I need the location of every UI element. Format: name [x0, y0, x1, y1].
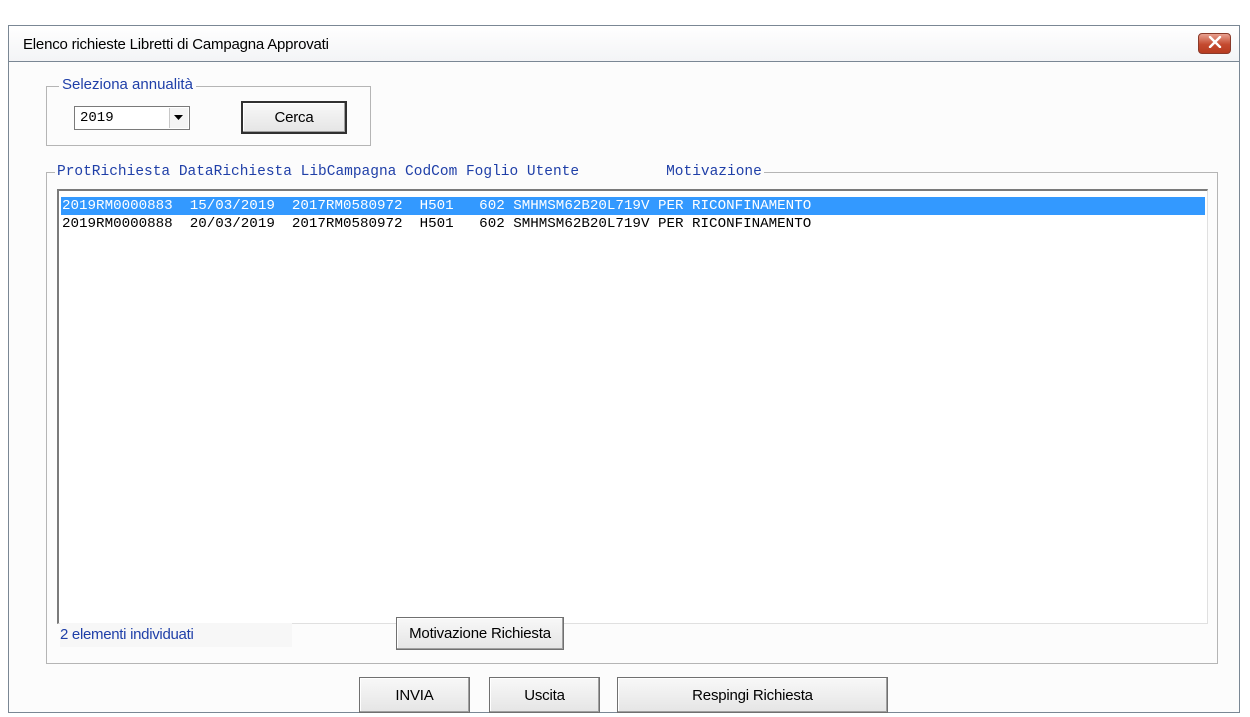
year-filter-legend: Seleziona annualità — [59, 76, 196, 93]
close-button[interactable] — [1198, 33, 1231, 54]
year-select-value: 2019 — [80, 110, 114, 126]
window-title: Elenco richieste Libretti di Campagna Ap… — [23, 36, 329, 53]
year-select[interactable]: 2019 — [74, 106, 190, 130]
chevron-down-icon[interactable] — [169, 108, 188, 128]
results-list[interactable]: 2019RM0000883 15/03/2019 2017RM0580972 H… — [57, 189, 1208, 624]
close-icon — [1208, 35, 1222, 53]
list-item[interactable]: 2019RM0000883 15/03/2019 2017RM0580972 H… — [61, 197, 1205, 215]
results-column-header: ProtRichiesta DataRichiesta LibCampagna … — [55, 164, 764, 180]
title-bar[interactable]: Elenco richieste Libretti di Campagna Ap… — [8, 25, 1240, 62]
search-button[interactable]: Cerca — [241, 101, 347, 134]
reject-request-button[interactable]: Respingi Richiesta — [617, 677, 888, 713]
reason-request-button[interactable]: Motivazione Richiesta — [396, 617, 564, 650]
send-button[interactable]: INVIA — [359, 677, 470, 713]
results-count-label: 2 elementi individuati — [60, 623, 292, 647]
list-item[interactable]: 2019RM0000888 20/03/2019 2017RM0580972 H… — [61, 215, 1205, 233]
exit-button[interactable]: Uscita — [489, 677, 600, 713]
